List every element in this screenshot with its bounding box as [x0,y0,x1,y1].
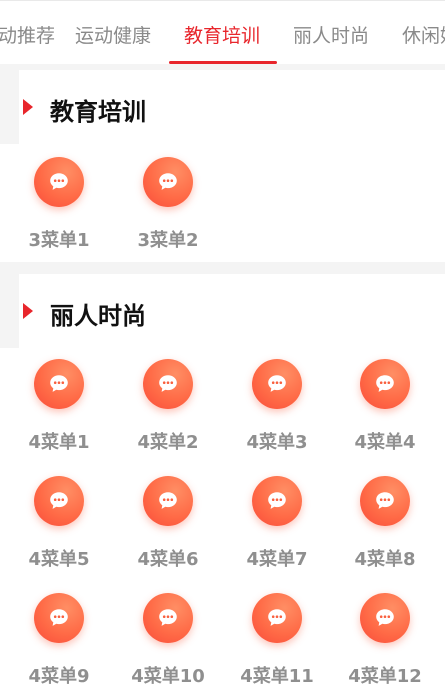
menu-item[interactable]: 4菜单3 [223,359,331,469]
tab-beauty-fashion[interactable]: 丽人时尚 [293,1,369,65]
menu-item[interactable]: 4菜单9 [5,593,113,694]
menu-item-label: 3菜单2 [137,230,199,251]
chat-bubble-icon [360,359,410,409]
chat-bubble-icon [252,476,302,526]
menu-item[interactable]: 4菜单2 [114,359,222,469]
section-title: 教育培训 [50,98,146,126]
menu-item[interactable]: 3菜单1 [5,157,113,267]
chat-bubble-icon [143,157,193,207]
menu-item-label: 4菜单10 [131,666,205,687]
section-title: 丽人时尚 [50,302,146,330]
tab-sports-health[interactable]: 运动健康 [75,1,151,65]
menu-item[interactable]: 4菜单7 [223,476,331,586]
menu-item-label: 4菜单12 [348,666,422,687]
chat-bubble-icon [34,593,84,643]
menu-item[interactable]: 4菜单12 [331,593,439,694]
menu-item-label: 4菜单5 [28,549,90,570]
chat-bubble-icon [252,593,302,643]
menu-item-label: 4菜单4 [354,432,416,453]
chat-bubble-icon [143,476,193,526]
menu-item-label: 4菜单9 [28,666,90,687]
menu-item[interactable]: 4菜单1 [5,359,113,469]
menu-item[interactable]: 3菜单2 [114,157,222,267]
chat-bubble-icon [143,593,193,643]
section-separator [0,262,445,274]
menu-item-label: 4菜单8 [354,549,416,570]
category-tab-bar: 动推荐 运动健康 教育培训 丽人时尚 休闲娱 [0,0,445,64]
page: 动推荐 运动健康 教育培训 丽人时尚 休闲娱 教育培训 3菜单1 3菜单2 丽人时… [0,0,445,694]
menu-item-label: 4菜单3 [246,432,308,453]
triangle-marker-icon [23,303,33,319]
menu-item[interactable]: 4菜单6 [114,476,222,586]
chat-bubble-icon [34,359,84,409]
chat-bubble-icon [252,359,302,409]
menu-item[interactable]: 4菜单4 [331,359,439,469]
tab-education-training[interactable]: 教育培训 [184,1,260,65]
menu-item-label: 4菜单11 [240,666,314,687]
section-header-beauty: 丽人时尚 [0,274,445,348]
section-header-education: 教育培训 [0,70,445,144]
chat-bubble-icon [360,593,410,643]
menu-item-label: 4菜单6 [137,549,199,570]
tab-recommended[interactable]: 动推荐 [0,1,55,65]
chat-bubble-icon [360,476,410,526]
menu-item-label: 4菜单7 [246,549,308,570]
tab-leisure[interactable]: 休闲娱 [402,1,445,65]
section-header-bar [0,274,19,348]
menu-item[interactable]: 4菜单10 [114,593,222,694]
menu-item-label: 3菜单1 [28,230,90,251]
chat-bubble-icon [34,476,84,526]
menu-item-label: 4菜单1 [28,432,90,453]
section-header-bar [0,70,19,144]
triangle-marker-icon [23,99,33,115]
menu-item[interactable]: 4菜单5 [5,476,113,586]
menu-item[interactable]: 4菜单8 [331,476,439,586]
menu-item-label: 4菜单2 [137,432,199,453]
menu-item[interactable]: 4菜单11 [223,593,331,694]
chat-bubble-icon [34,157,84,207]
chat-bubble-icon [143,359,193,409]
